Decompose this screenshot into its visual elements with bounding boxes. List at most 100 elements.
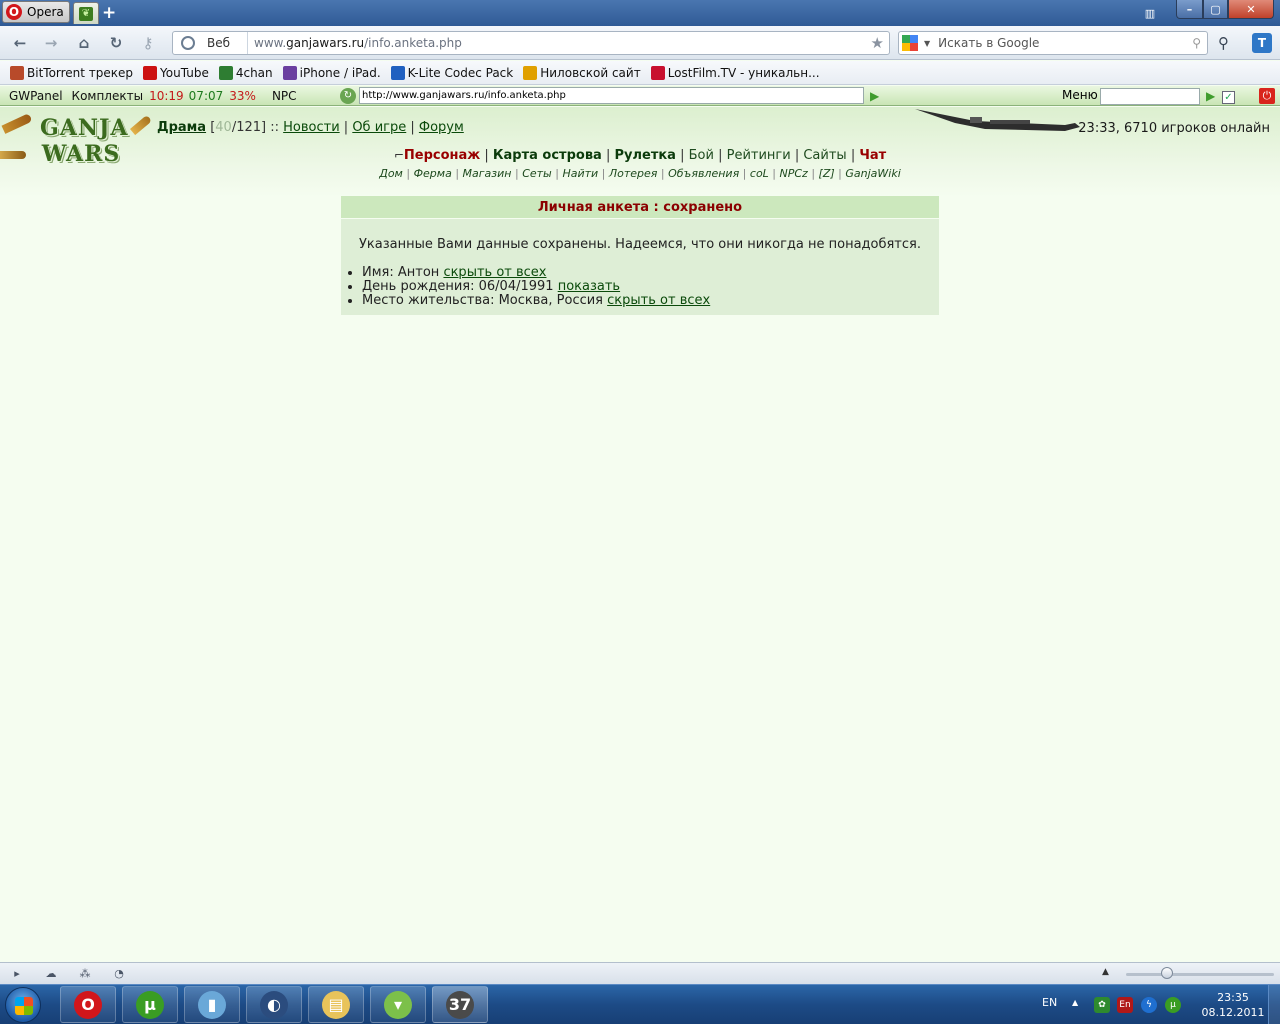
subnav-item[interactable]: Сеты [522,167,552,180]
nav-chat[interactable]: Чат [859,148,886,163]
explorer-task[interactable]: ▤ [308,986,364,1023]
subnav-item[interactable]: [Z] [819,167,835,180]
t-extension-button[interactable]: T [1252,33,1272,53]
hp-current: 40 [215,120,232,135]
refresh-icon[interactable]: ↻ [340,87,356,104]
reload-icon[interactable]: ↻ [105,33,127,53]
4chan-icon [218,65,233,80]
gwpanel-menu-input[interactable] [1100,88,1200,105]
card-list: Имя: Антон скрыть от всехДень рождения: … [362,266,939,308]
news-link[interactable]: Новости [283,120,340,135]
bookmark-item[interactable]: iPhone / iPad. [282,65,381,80]
minimize-button[interactable]: – [1176,0,1203,19]
network-icon[interactable]: ✿ [1094,997,1110,1013]
utorrent-tray-icon[interactable]: µ [1165,997,1181,1013]
sub-nav: Дом | Ферма | Магазин | Сеты | Найти | Л… [379,167,901,180]
bookmark-item[interactable]: BitTorrent трекер [10,65,133,80]
bookmark-item[interactable]: Ниловской сайт [523,65,641,80]
system-clock[interactable]: 23:35 08.12.2011 [1200,990,1266,1020]
subnav-item[interactable]: Магазин [463,167,512,180]
search-field[interactable]: ▼ Искать в Google ⚲ [898,31,1208,55]
bookmark-item[interactable]: LostFilm.TV - уникальн... [650,65,820,80]
back-icon[interactable]: ← [9,33,31,53]
bookmark-item[interactable]: YouTube [143,65,209,80]
card-item-link[interactable]: скрыть от всех [443,265,546,280]
search-icon[interactable]: ⚲ [1192,36,1201,50]
power-icon[interactable]: ⏻ [1259,88,1275,104]
forward-icon[interactable]: → [40,33,62,53]
clapper-task[interactable]: 37 [432,986,488,1023]
rifle-decoration [915,109,1080,131]
cloud-icon[interactable]: ☁ [44,967,58,981]
tray-expand-icon[interactable]: ▲ [1072,998,1078,1007]
globe-task[interactable]: ◐ [246,986,302,1023]
trash-icon[interactable]: ▥ [1140,4,1160,22]
subnav-item[interactable]: Ферма [414,167,452,180]
go2-icon[interactable]: ▶ [1206,89,1215,103]
bookmark-item[interactable]: K-Lite Codec Pack [390,65,513,80]
subnav-item[interactable]: GanjaWiki [845,167,900,180]
show-desktop-button[interactable] [1268,985,1280,1024]
opera-task[interactable]: O [60,986,116,1023]
nav-roulette[interactable]: Рулетка [614,148,675,163]
opera-menu-button[interactable]: O Opera [2,1,70,23]
address-url[interactable]: www.ganjawars.ru/info.anketa.php [254,36,871,50]
keyboard-indicator[interactable]: En [1117,997,1133,1013]
nav-sites[interactable]: Сайты [803,148,846,163]
gwpanel-sets[interactable]: Комплекты [72,89,144,103]
subnav-item[interactable]: Найти [562,167,598,180]
nav-map[interactable]: Карта острова [493,148,602,163]
gwpanel-url-input[interactable]: http://www.ganjawars.ru/info.anketa.php [359,87,864,104]
subnav-item[interactable]: coL [750,167,769,180]
anketa-card: Личная анкета : сохранено Указанные Вами… [341,196,939,315]
bookmark-label: LostFilm.TV - уникальн... [667,65,820,80]
search-placeholder[interactable]: Искать в Google [938,36,1192,50]
subnav-item[interactable]: Объявления [668,167,739,180]
bookmark-star-icon[interactable]: ★ [871,34,884,52]
up-arrow-icon[interactable]: ▲ [1102,967,1109,977]
online-counter: 23:33, 6710 игроков онлайн [1078,121,1270,136]
ganjawars-logo[interactable]: GANJA WARS [40,115,127,173]
bookmark-item[interactable]: 4chan [218,65,273,80]
go-icon[interactable]: ▶ [870,89,879,103]
nav-ratings[interactable]: Рейтинги [727,148,791,163]
subnav-item[interactable]: NPCz [780,167,808,180]
speed-dial-icon[interactable]: ◔ [112,967,126,981]
gwpanel-menu[interactable]: Меню [1062,88,1098,102]
language-indicator[interactable]: EN [1042,996,1057,1009]
gwpanel-label[interactable]: GWPanel [9,89,63,103]
user-name-link[interactable]: Драма [157,120,206,135]
about-link[interactable]: Об игре [352,120,406,135]
gwpanel-npc[interactable]: NPC [272,89,297,103]
card-item-link[interactable]: показать [558,279,620,294]
forum-link[interactable]: Форум [419,120,464,135]
search-dropdown-icon[interactable]: ▼ [924,39,930,48]
card-title: Личная анкета : сохранено [341,196,939,219]
unite-icon[interactable]: ⁂ [78,967,92,981]
utorrent-task[interactable]: µ [122,986,178,1023]
close-button[interactable]: ✕ [1228,0,1274,19]
nav-character[interactable]: Персонаж [404,148,480,163]
flash-icon[interactable]: ϟ [1141,997,1157,1013]
key-icon[interactable]: ⚷ [137,33,159,53]
magnifier-icon[interactable]: ⚲ [1218,34,1229,52]
zoom-slider[interactable] [1126,973,1274,976]
home-icon[interactable]: ⌂ [73,33,95,53]
address-bar[interactable]: Веб www.ganjawars.ru/info.anketa.php ★ [172,31,890,55]
search-engine-label[interactable]: Веб [207,36,247,50]
nav-battle[interactable]: Бой [689,148,714,163]
subnav-item[interactable]: Дом [379,167,403,180]
browser-tab-ganjawars[interactable]: ❦ [73,2,99,24]
card-item-text: Место жительства: Москва, Россия [362,293,604,308]
panel-toggle-icon[interactable]: ▸ [10,967,24,981]
card-item-link[interactable]: скрыть от всех [607,293,710,308]
glass-task[interactable]: ▾ [370,986,426,1023]
zoom-slider-thumb[interactable] [1161,967,1173,979]
gwpanel-checkbox[interactable]: ✓ [1222,91,1235,104]
start-button[interactable] [5,987,41,1023]
maximize-button[interactable]: ▢ [1203,0,1228,19]
bottle-task[interactable]: ▮ [184,986,240,1023]
new-tab-button[interactable]: + [102,3,116,23]
subnav-item[interactable]: Лотерея [609,167,658,180]
glass-task-icon: ▾ [384,990,412,1019]
